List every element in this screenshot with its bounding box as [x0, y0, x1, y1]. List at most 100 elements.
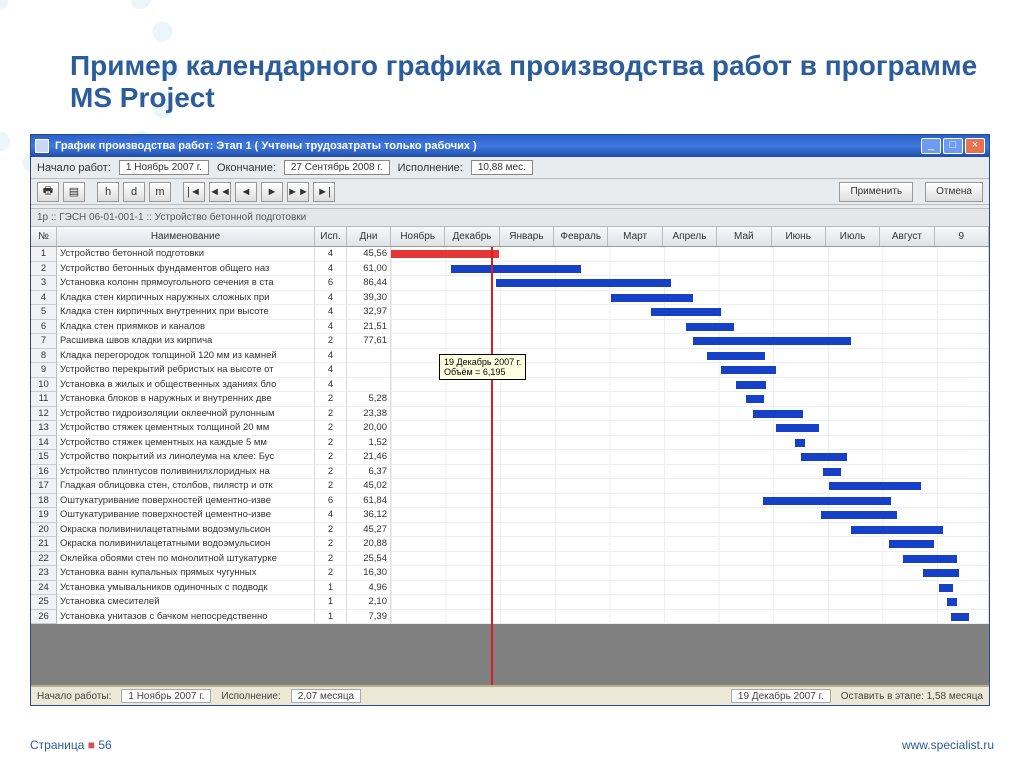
table-row[interactable]: 11Установка блоков в наружных и внутренн…: [31, 392, 989, 407]
exec-field: 10,88 мес.: [471, 160, 533, 175]
nav-last-button[interactable]: ►|: [313, 182, 335, 202]
close-button[interactable]: ×: [965, 138, 985, 154]
gantt-bar[interactable]: [721, 366, 776, 374]
table-row[interactable]: 7Расшивка швов кладки из кирпича277,61: [31, 334, 989, 349]
cell-isp: 4: [315, 320, 347, 335]
scale-h-button[interactable]: h: [97, 182, 119, 202]
gantt-bar[interactable]: [776, 424, 819, 432]
cell-isp: 1: [315, 595, 347, 610]
col-month[interactable]: Ноябрь: [391, 227, 445, 246]
table-row[interactable]: 16Устройство плинтусов поливинилхлоридны…: [31, 465, 989, 480]
status-bar: Начало работы: 1 Ноябрь 2007 г. Исполнен…: [31, 685, 989, 705]
gantt-bar[interactable]: [736, 381, 766, 389]
tooltip: 19 Декабрь 2007 г.Объём = 6,195: [439, 354, 526, 380]
minimize-button[interactable]: _: [921, 138, 941, 154]
scale-m-button[interactable]: m: [149, 182, 171, 202]
col-month[interactable]: Январь: [500, 227, 554, 246]
end-field[interactable]: 27 Сентябрь 2008 г.: [284, 160, 390, 175]
cell-isp: 4: [315, 378, 347, 393]
table-row[interactable]: 25Установка смесителей12,10: [31, 595, 989, 610]
cell-isp: 2: [315, 334, 347, 349]
table-row[interactable]: 15Устройство покрытий из линолеума на кл…: [31, 450, 989, 465]
cell-name: Устройство стяжек цементных толщиной 20 …: [57, 421, 315, 436]
table-row[interactable]: 22Оклейка обоями стен по монолитной штук…: [31, 552, 989, 567]
table-row[interactable]: 19Оштукатуривание поверхностей цементно-…: [31, 508, 989, 523]
gantt-bar[interactable]: [851, 526, 943, 534]
gantt-bar[interactable]: [693, 337, 851, 345]
table-row[interactable]: 2Устройство бетонных фундаментов общего …: [31, 262, 989, 277]
col-month[interactable]: 9: [935, 227, 989, 246]
window-title: График производства работ: Этап 1 ( Учте…: [55, 140, 919, 152]
scale-d-button[interactable]: d: [123, 182, 145, 202]
nav-next-button[interactable]: ►: [261, 182, 283, 202]
cell-gantt: [391, 392, 989, 407]
gantt-bar[interactable]: [611, 294, 693, 302]
col-dni[interactable]: Дни: [347, 227, 391, 246]
col-month[interactable]: Июнь: [772, 227, 826, 246]
gantt-bar[interactable]: [821, 511, 897, 519]
gantt-bar[interactable]: [753, 410, 803, 418]
table-row[interactable]: 14Устройство стяжек цементных на каждые …: [31, 436, 989, 451]
col-isp[interactable]: Исп.: [315, 227, 347, 246]
table-row[interactable]: 12Устройство гидроизоляции оклеечной рул…: [31, 407, 989, 422]
apply-button[interactable]: Применить: [839, 182, 913, 202]
print-button[interactable]: 🖶: [37, 182, 59, 202]
cell-name: Установка блоков в наружных и внутренних…: [57, 392, 315, 407]
gantt-bar[interactable]: [686, 323, 734, 331]
nav-prev2-button[interactable]: ◄◄: [209, 182, 231, 202]
table-row[interactable]: 18Оштукатуривание поверхностей цементно-…: [31, 494, 989, 509]
col-month[interactable]: Декабрь: [445, 227, 499, 246]
gantt-bar[interactable]: [923, 569, 959, 577]
col-month[interactable]: Апрель: [663, 227, 717, 246]
gantt-bar[interactable]: [939, 584, 953, 592]
cell-dni: 45,02: [347, 479, 391, 494]
gantt-bar[interactable]: [801, 453, 847, 461]
table-row[interactable]: 23Установка ванн купальных прямых чугунн…: [31, 566, 989, 581]
table-row[interactable]: 26Установка унитазов с бачком непосредст…: [31, 610, 989, 625]
cell-num: 24: [31, 581, 57, 596]
blank-area: [31, 624, 989, 685]
gantt-bar[interactable]: [823, 468, 841, 476]
table-row[interactable]: 1Устройство бетонной подготовки445,56: [31, 247, 989, 262]
cell-num: 3: [31, 276, 57, 291]
gantt-bar[interactable]: [651, 308, 721, 316]
gantt-bar[interactable]: [746, 395, 764, 403]
gantt-bar[interactable]: [707, 352, 765, 360]
nav-next2-button[interactable]: ►►: [287, 182, 309, 202]
gantt-bar[interactable]: [763, 497, 891, 505]
col-month[interactable]: Март: [608, 227, 662, 246]
gantt-bar[interactable]: [496, 279, 671, 287]
col-month[interactable]: Август: [880, 227, 934, 246]
cancel-button[interactable]: Отмена: [925, 182, 983, 202]
table-row[interactable]: 21Окраска поливинилацетатными водоэмульс…: [31, 537, 989, 552]
gantt-bar[interactable]: [889, 540, 934, 548]
table-row[interactable]: 20Окраска поливинилацетатными водоэмульс…: [31, 523, 989, 538]
col-name[interactable]: Наименование: [57, 227, 315, 246]
table-row[interactable]: 13Устройство стяжек цементных толщиной 2…: [31, 421, 989, 436]
table-row[interactable]: 3Установка колонн прямоугольного сечения…: [31, 276, 989, 291]
cell-isp: 4: [315, 305, 347, 320]
maximize-button[interactable]: □: [943, 138, 963, 154]
nav-prev-button[interactable]: ◄: [235, 182, 257, 202]
table-row[interactable]: 6Кладка стен приямков и каналов421,51: [31, 320, 989, 335]
nav-first-button[interactable]: |◄: [183, 182, 205, 202]
table-row[interactable]: 24Установка умывальников одиночных с под…: [31, 581, 989, 596]
col-month[interactable]: Июль: [826, 227, 880, 246]
gantt-bar[interactable]: [829, 482, 921, 490]
table-row[interactable]: 17Гладкая облицовка стен, столбов, пиляс…: [31, 479, 989, 494]
export-button[interactable]: ▤: [63, 182, 85, 202]
gantt-bar[interactable]: [951, 613, 969, 621]
table-row[interactable]: 5Кладка стен кирпичных внутренних при вы…: [31, 305, 989, 320]
col-month[interactable]: Февраль: [554, 227, 608, 246]
col-num[interactable]: №: [31, 227, 57, 246]
gantt-bar[interactable]: [903, 555, 957, 563]
gantt-bar[interactable]: [391, 250, 499, 258]
cell-name: Кладка стен приямков и каналов: [57, 320, 315, 335]
gantt-bar[interactable]: [451, 265, 581, 273]
col-month[interactable]: Май: [717, 227, 771, 246]
gantt-bar[interactable]: [947, 598, 957, 606]
gantt-bar[interactable]: [795, 439, 805, 447]
cell-gantt: [391, 610, 989, 625]
table-row[interactable]: 4Кладка стен кирпичных наружных сложных …: [31, 291, 989, 306]
start-field[interactable]: 1 Ноябрь 2007 г.: [119, 160, 209, 175]
